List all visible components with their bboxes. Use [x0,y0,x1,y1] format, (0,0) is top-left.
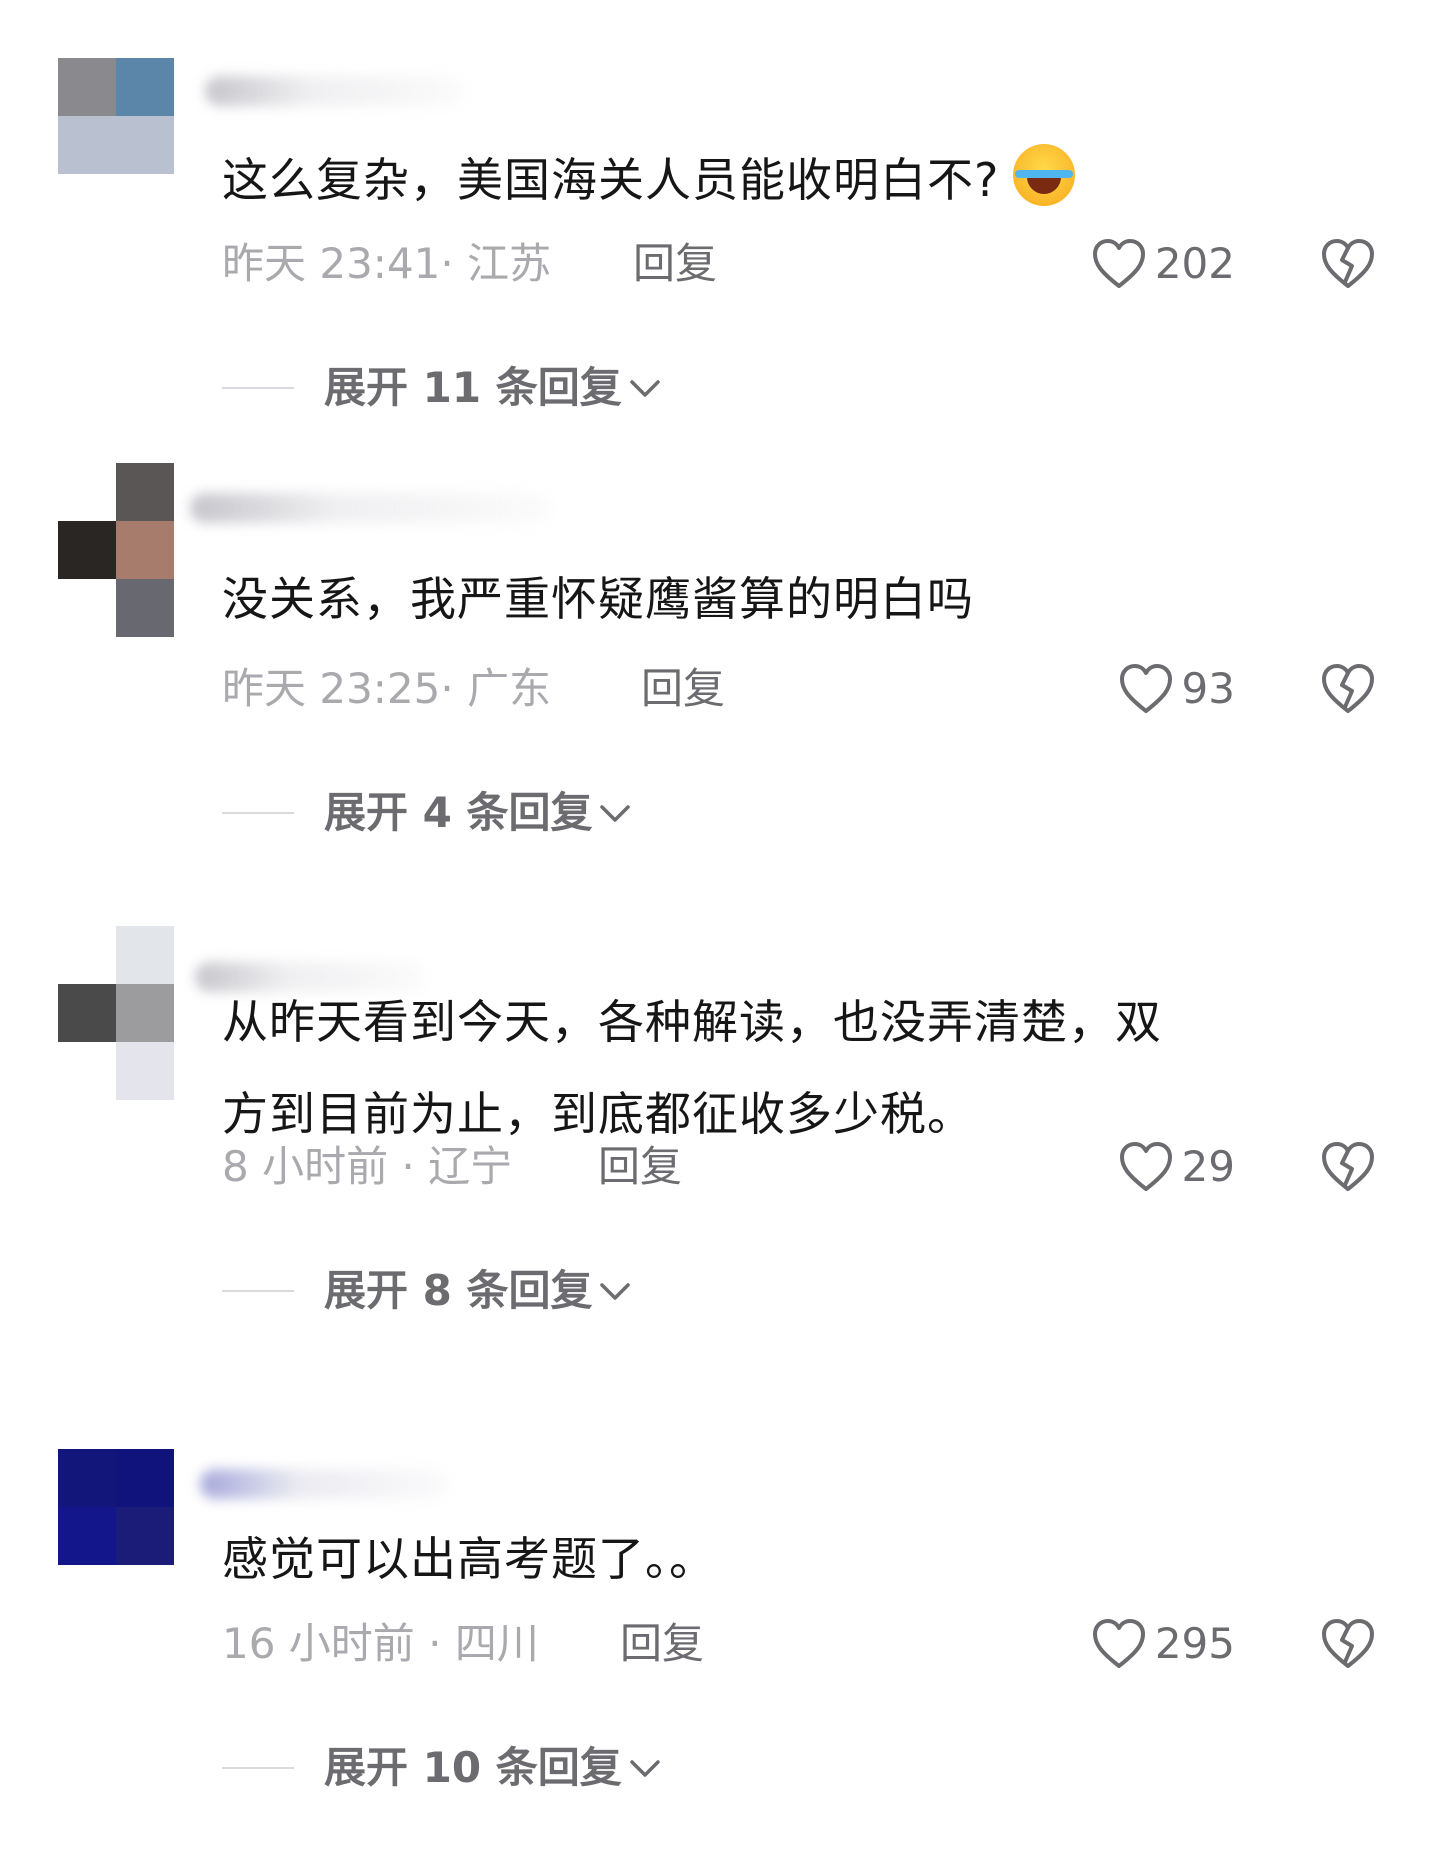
avatar-pixel [58,579,116,637]
avatar[interactable] [58,463,174,637]
comment-text-line: 这么复杂，美国海关人员能收明白不? [222,153,1000,207]
expand-replies-label: 展开 11 条回复 [324,363,622,412]
heart-outline-icon [1092,1619,1145,1668]
like-count: 202 [1154,239,1235,288]
like-button[interactable]: 93 [1118,659,1235,719]
divider-dash [222,1767,294,1769]
avatar-pixel [116,1449,174,1507]
divider-dash [222,812,294,814]
expand-replies-button[interactable]: 展开 11 条回复 [222,358,662,418]
avatar-pixel [116,1042,174,1100]
avatar-pixel [116,1507,174,1565]
dislike-button[interactable] [1320,1137,1378,1197]
comment-text: 从昨天看到今天，各种解读，也没弄清楚，双 方到目前为止，到底都征收多少税。 [222,976,1342,1160]
username-blurred[interactable] [205,76,465,106]
avatar-pixel [58,58,116,116]
comment-meta: 昨天 23:41· 江苏 [222,239,552,288]
broken-heart-icon [1322,664,1374,713]
broken-heart-icon [1322,1619,1374,1668]
comment-text: 这么复杂，美国海关人员能收明白不? [222,134,1342,226]
avatar-pixel [58,1449,116,1507]
avatar[interactable] [58,926,174,1100]
comment-text-line: 没关系，我严重怀疑鹰酱算的明白吗 [222,572,974,626]
avatar-pixel [58,1507,116,1565]
avatar[interactable] [58,58,174,174]
broken-heart-icon [1322,1142,1374,1191]
username-blurred[interactable] [190,493,550,523]
avatar-pixel [58,984,116,1042]
like-count: 93 [1181,664,1235,713]
avatar-pixel [116,926,174,984]
expand-replies-label: 展开 10 条回复 [324,1743,622,1792]
dislike-button[interactable] [1320,659,1378,719]
username-blurred[interactable] [200,1469,450,1499]
like-button[interactable]: 202 [1091,234,1235,294]
avatar-pixel [58,521,116,579]
dislike-button[interactable] [1320,234,1378,294]
comment-text-line: 感觉可以出高考题了。。 [222,1532,716,1586]
like-count: 29 [1181,1142,1235,1191]
avatar-pixel [116,521,174,579]
avatar-pixel [116,58,174,116]
reply-button[interactable]: 回复 [641,659,725,719]
like-count: 295 [1154,1619,1235,1668]
avatar-pixel [58,1042,116,1100]
expand-replies-button[interactable]: 展开 8 条回复 [222,1261,632,1321]
dislike-button[interactable] [1320,1614,1378,1674]
comment-meta: 8 小时前 · 辽宁 [222,1142,513,1191]
chevron-down-icon [600,1283,631,1300]
like-button[interactable]: 29 [1118,1137,1235,1197]
comment-text: 感觉可以出高考题了。。 [222,1513,1342,1605]
chevron-down-icon [629,380,660,397]
avatar-pixel [116,116,174,174]
chevron-down-icon [600,805,631,822]
avatar-pixel [58,463,116,521]
expand-replies-button[interactable]: 展开 4 条回复 [222,783,632,843]
avatar[interactable] [58,1449,174,1565]
divider-dash [222,387,294,389]
reply-button[interactable]: 回复 [633,234,717,294]
broken-heart-icon [1322,239,1374,288]
reply-button[interactable]: 回复 [598,1137,682,1197]
heart-outline-icon [1119,664,1172,713]
comment-meta: 16 小时前 · 四川 [222,1619,539,1668]
comment-text-line: 从昨天看到今天，各种解读，也没弄清楚，双 [222,995,1162,1049]
comment-text: 没关系，我严重怀疑鹰酱算的明白吗 [222,553,1342,645]
avatar-pixel [58,116,116,174]
avatar-pixel [116,579,174,637]
laugh-cry-emoji-icon [1013,144,1076,206]
heart-outline-icon [1092,239,1145,288]
avatar-pixel [116,984,174,1042]
heart-outline-icon [1119,1142,1172,1191]
chevron-down-icon [629,1760,660,1777]
divider-dash [222,1290,294,1292]
expand-replies-label: 展开 4 条回复 [324,788,593,837]
reply-button[interactable]: 回复 [620,1614,704,1674]
like-button[interactable]: 295 [1091,1614,1235,1674]
avatar-pixel [58,926,116,984]
expand-replies-button[interactable]: 展开 10 条回复 [222,1738,662,1798]
comment-meta: 昨天 23:25· 广东 [222,664,552,713]
avatar-pixel [116,463,174,521]
expand-replies-label: 展开 8 条回复 [324,1266,593,1315]
